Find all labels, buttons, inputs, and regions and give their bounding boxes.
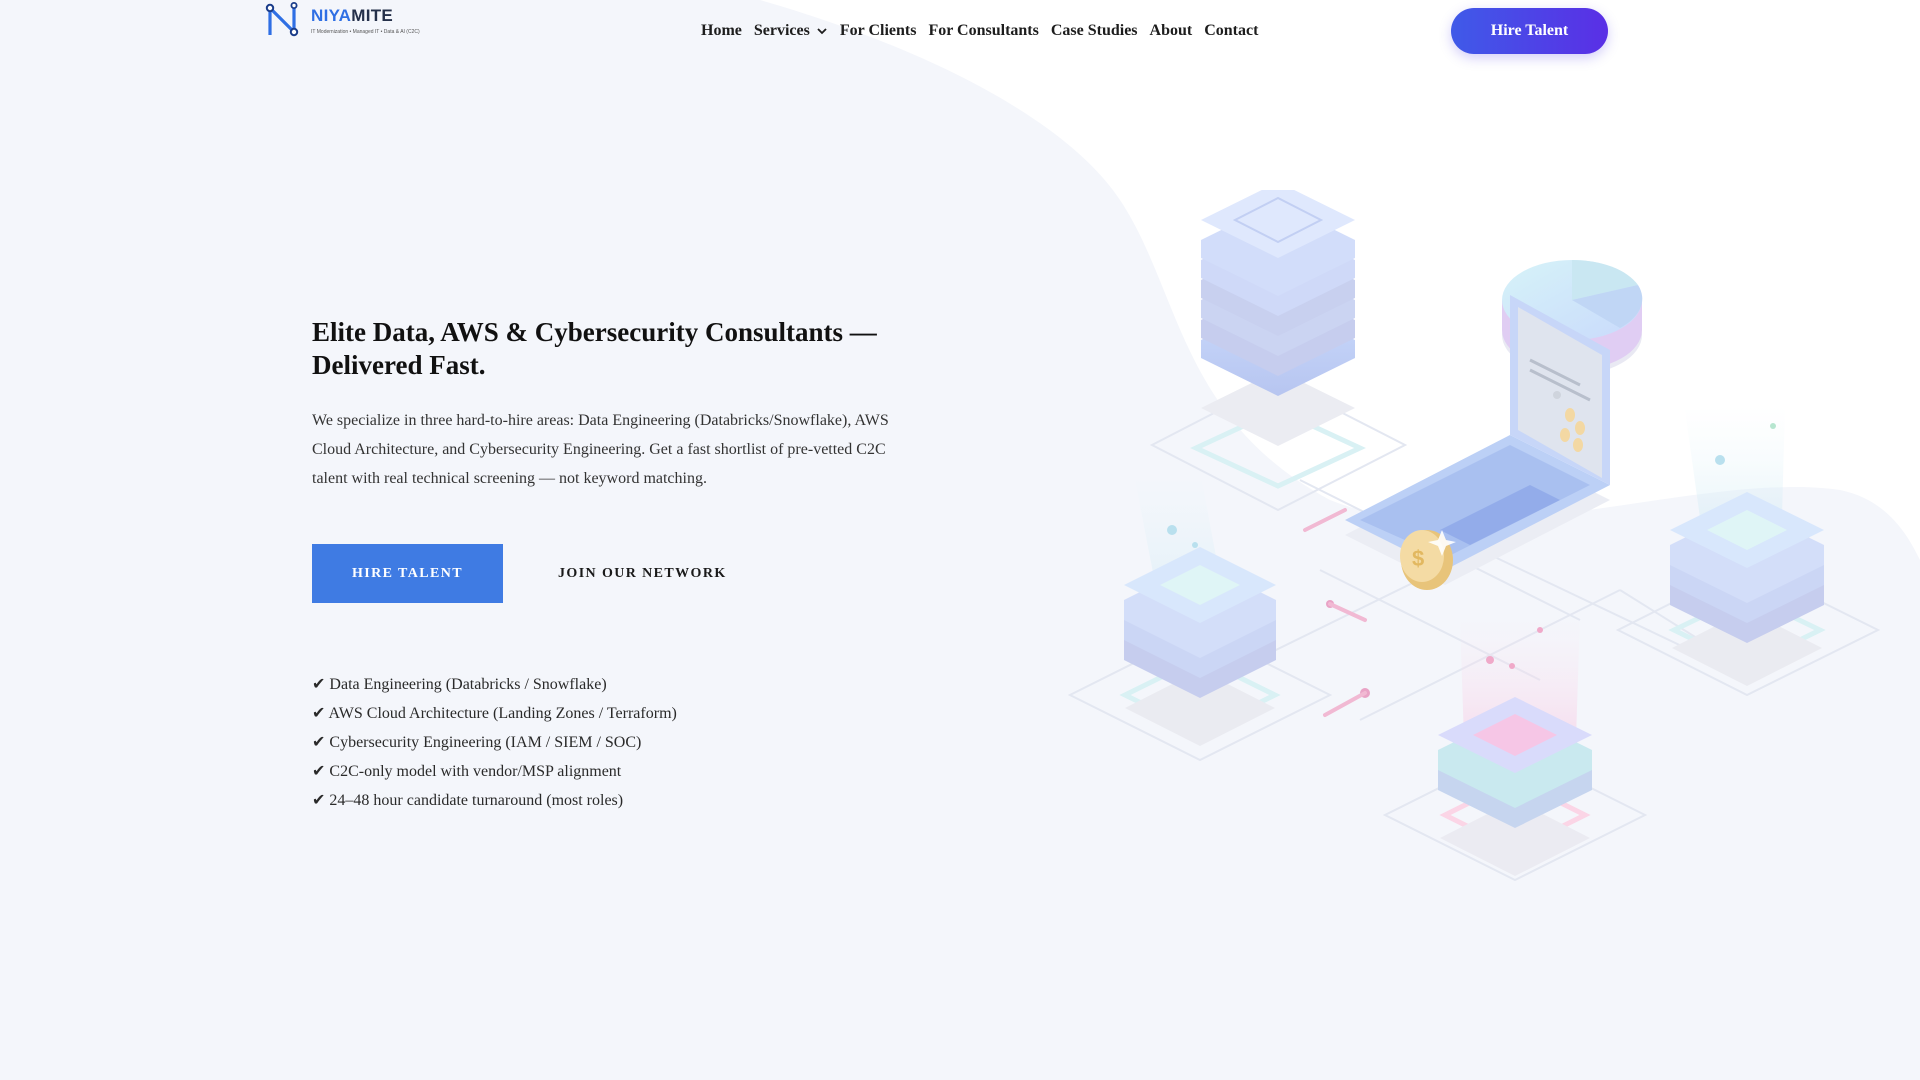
hero-description: We specialize in three hard-to-hire area… xyxy=(312,412,889,487)
hero-title: Elite Data, AWS & Cybersecurity Consulta… xyxy=(312,317,877,380)
n-network-logo-icon xyxy=(265,2,299,37)
nav-case-studies-label: Case Studies xyxy=(1050,22,1138,39)
brand-name-part1: NIYA xyxy=(311,6,352,25)
hero-checklist: ✔ Data Engineering (Databricks / Snowfla… xyxy=(312,670,677,815)
nav-for-clients-label: For Clients xyxy=(839,22,917,39)
nav-about-label: About xyxy=(1149,22,1193,39)
nav-about[interactable]: About xyxy=(1150,22,1193,40)
checklist-item: ✔ AWS Cloud Architecture (Landing Zones … xyxy=(312,705,677,722)
brand-logo[interactable]: NIYAMITE IT Modernization • Managed IT •… xyxy=(264,2,434,38)
checklist-item: ✔ Data Engineering (Databricks / Snowfla… xyxy=(312,676,607,693)
nav-home-label: Home xyxy=(701,22,742,39)
isometric-data-servers-laptop-illustration: $ xyxy=(1067,190,1881,882)
checklist-item: ✔ C2C-only model with vendor/MSP alignme… xyxy=(312,763,622,780)
nav-for-clients[interactable]: For Clients xyxy=(840,22,917,40)
hire-talent-button[interactable]: HIRE TALENT xyxy=(312,544,503,603)
checklist-item: ✔ Cybersecurity Engineering (IAM / SIEM … xyxy=(312,734,642,751)
hero-cta-row: HIRE TALENT JOIN OUR NETWORK xyxy=(312,544,727,603)
nav-services-label: Services xyxy=(753,22,810,39)
nav-for-consultants[interactable]: For Consultants xyxy=(928,22,1038,40)
brand-name: NIYAMITE xyxy=(311,6,393,26)
header-hire-talent-button[interactable]: Hire Talent xyxy=(1451,8,1608,54)
chevron-down-icon xyxy=(817,28,827,35)
nav-services[interactable]: Services xyxy=(754,22,828,40)
join-network-link[interactable]: JOIN OUR NETWORK xyxy=(558,566,727,582)
nav-contact-label: Contact xyxy=(1204,22,1259,39)
hero-section: Elite Data, AWS & Cybersecurity Consulta… xyxy=(312,316,932,809)
site-header: NIYAMITE IT Modernization • Managed IT •… xyxy=(0,0,1920,64)
checklist-item: ✔ 24–48 hour candidate turnaround (most … xyxy=(312,792,624,809)
nav-contact[interactable]: Contact xyxy=(1204,22,1258,40)
nav-for-consultants-label: For Consultants xyxy=(928,22,1039,39)
main-nav: Home Services For Clients For Consultant… xyxy=(701,22,1270,40)
nav-case-studies[interactable]: Case Studies xyxy=(1051,22,1138,40)
nav-home[interactable]: Home xyxy=(701,22,742,40)
brand-tagline: IT Modernization • Managed IT • Data & A… xyxy=(311,29,420,35)
brand-name-part2: MITE xyxy=(351,6,394,25)
svg-text:$: $ xyxy=(1412,546,1424,571)
